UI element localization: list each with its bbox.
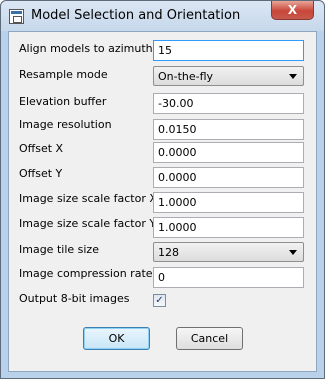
scale-factor-x-label: Image size scale factor X — [19, 192, 157, 205]
output-8bit-label: Output 8-bit images — [19, 292, 130, 305]
output-8bit-checkbox[interactable]: ✓ — [153, 294, 166, 307]
tile-size-value: 128 — [158, 246, 179, 259]
dialog-window: Model Selection and Orientation X Align … — [0, 0, 325, 379]
window-app-icon — [9, 9, 24, 24]
offset-y-label: Offset Y — [19, 167, 63, 180]
close-icon: X — [287, 3, 298, 17]
offset-x-label: Offset X — [19, 142, 64, 155]
resample-mode-select[interactable]: On-the-fly — [153, 66, 304, 86]
offset-x-input[interactable]: 0.0000 — [153, 142, 304, 163]
elevation-buffer-input[interactable]: -30.00 — [153, 93, 304, 114]
azimuth-label: Align models to azimuth — [19, 42, 153, 55]
scale-factor-x-input[interactable]: 1.0000 — [153, 192, 304, 213]
scale-factor-y-label: Image size scale factor Y — [19, 217, 157, 230]
offset-y-input[interactable]: 0.0000 — [153, 167, 304, 188]
elevation-buffer-label: Elevation buffer — [19, 95, 107, 108]
title-bar[interactable]: Model Selection and Orientation X — [1, 1, 324, 31]
dialog-content: Align models to azimuth 15 Resample mode… — [8, 31, 317, 372]
ok-button[interactable]: OK — [83, 327, 150, 350]
tile-size-select[interactable]: 128 — [153, 242, 304, 262]
scale-factor-y-input[interactable]: 1.0000 — [153, 217, 304, 238]
close-button[interactable]: X — [271, 1, 314, 20]
compression-rate-input[interactable]: 0 — [153, 267, 304, 288]
chevron-down-icon — [289, 250, 297, 255]
resample-mode-label: Resample mode — [19, 68, 108, 81]
resample-mode-value: On-the-fly — [158, 70, 214, 83]
tile-size-label: Image tile size — [19, 243, 99, 256]
checkmark-icon: ✓ — [155, 295, 164, 306]
compression-rate-label: Image compression rate — [19, 267, 153, 280]
image-resolution-input[interactable]: 0.0150 — [153, 119, 304, 140]
azimuth-input[interactable]: 15 — [153, 40, 304, 61]
image-resolution-label: Image resolution — [19, 118, 112, 131]
chevron-down-icon — [289, 74, 297, 79]
cancel-button[interactable]: Cancel — [176, 327, 243, 350]
window-title: Model Selection and Orientation — [31, 8, 241, 23]
